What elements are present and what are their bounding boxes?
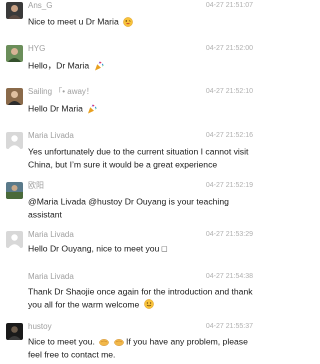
sender-name[interactable]: Maria Livada (28, 272, 74, 282)
message-text-block: @Maria Livada @hustoy Dr Ouyang is your … (28, 195, 254, 220)
party-popper-icon (94, 61, 104, 71)
message-time: 04-27 21:51:07 (205, 2, 253, 9)
message-text: Hello Dr Maria (28, 103, 83, 114)
chat-message: 欧阳 04-27 21:52:19 @Maria Livada @hustoy … (0, 181, 259, 227)
message-text-block: Yes unfortunately due to the current sit… (28, 145, 254, 170)
message-text: Nice to meet you. (28, 336, 95, 347)
sender-avatar[interactable] (6, 182, 23, 199)
chat-message: Ans_G 04-27 21:51:07 Nice to meet u Dr M… (0, 1, 259, 41)
sender-name[interactable]: HYG (28, 44, 45, 54)
message-text: Yes unfortunately due to the current sit… (28, 146, 249, 170)
chat-message: Maria Livada 04-27 21:53:29 Hello Dr Ouy… (0, 230, 259, 270)
default-avatar-gray (6, 132, 23, 149)
sender-name[interactable]: Ans_G (28, 1, 52, 11)
message-text-block: Hello Dr Ouyang, nice to meet you □ (28, 242, 254, 255)
portrait-avatar-green (6, 45, 23, 62)
handshake-icon (99, 338, 110, 346)
sender-name[interactable]: hustoy (28, 322, 52, 332)
message-time: 04-27 21:52:10 (205, 88, 253, 95)
sender-avatar[interactable] (6, 132, 23, 149)
portrait-avatar-photo (6, 88, 23, 105)
message-time: 04-27 21:52:16 (205, 132, 253, 139)
message-time: 04-27 21:52:19 (205, 182, 253, 189)
chat-message: Maria Livada 04-27 21:54:38 Thank Dr Sha… (0, 272, 259, 318)
chat-message: hustoy 04-27 21:55:37 Nice to meet you. … (0, 322, 259, 364)
chat-message: Maria Livada 04-27 21:52:16 Yes unfortun… (0, 131, 259, 179)
message-text: Hello Dr Ouyang, nice to meet you □ (28, 243, 167, 254)
message-time: 04-27 21:54:38 (205, 273, 253, 280)
message-text: Hello，Dr Maria (28, 60, 90, 71)
message-text: Nice to meet u Dr Maria (28, 16, 119, 27)
message-text: Thank Dr Shaojie once again for the intr… (28, 286, 253, 310)
message-text: @Maria Livada @hustoy Dr Ouyang is your … (28, 196, 229, 220)
message-time: 04-27 21:52:00 (205, 45, 253, 52)
message-text-block: Nice to meet you. If you have any proble… (28, 335, 254, 360)
chat-history: Ans_G 04-27 21:51:07 Nice to meet u Dr M… (0, 0, 259, 364)
portrait-avatar-night (6, 323, 23, 340)
message-text-block: Thank Dr Shaojie once again for the intr… (28, 285, 254, 310)
message-time: 04-27 21:53:29 (205, 231, 253, 238)
sender-avatar[interactable] (6, 231, 23, 248)
default-avatar-gray (6, 231, 23, 248)
sender-avatar[interactable] (6, 45, 23, 62)
sender-name[interactable]: 欧阳 (28, 181, 44, 191)
portrait-avatar-landscape (6, 182, 23, 199)
portrait-avatar-dark (6, 2, 23, 19)
sender-avatar[interactable] (6, 323, 23, 340)
party-popper-icon (88, 104, 97, 114)
message-time: 04-27 21:55:37 (205, 323, 253, 330)
sender-avatar[interactable] (6, 88, 23, 105)
smiling-face-icon (143, 299, 154, 310)
cheeky-face-icon (123, 16, 133, 27)
sender-name[interactable]: Sailing 「• away！ (28, 87, 94, 97)
message-text-block: Nice to meet u Dr Maria (28, 15, 254, 28)
chat-message: HYG 04-27 21:52:00 Hello，Dr Maria (0, 44, 259, 84)
sender-avatar[interactable] (6, 2, 23, 19)
sender-name[interactable]: Maria Livada (28, 131, 74, 141)
message-text-block: Hello Dr Maria (28, 102, 254, 115)
sender-name[interactable]: Maria Livada (28, 230, 74, 240)
handshake-icon (113, 338, 124, 346)
message-text-block: Hello，Dr Maria (28, 59, 254, 72)
chat-message: Sailing 「• away！ 04-27 21:52:10 Hello Dr… (0, 87, 259, 127)
